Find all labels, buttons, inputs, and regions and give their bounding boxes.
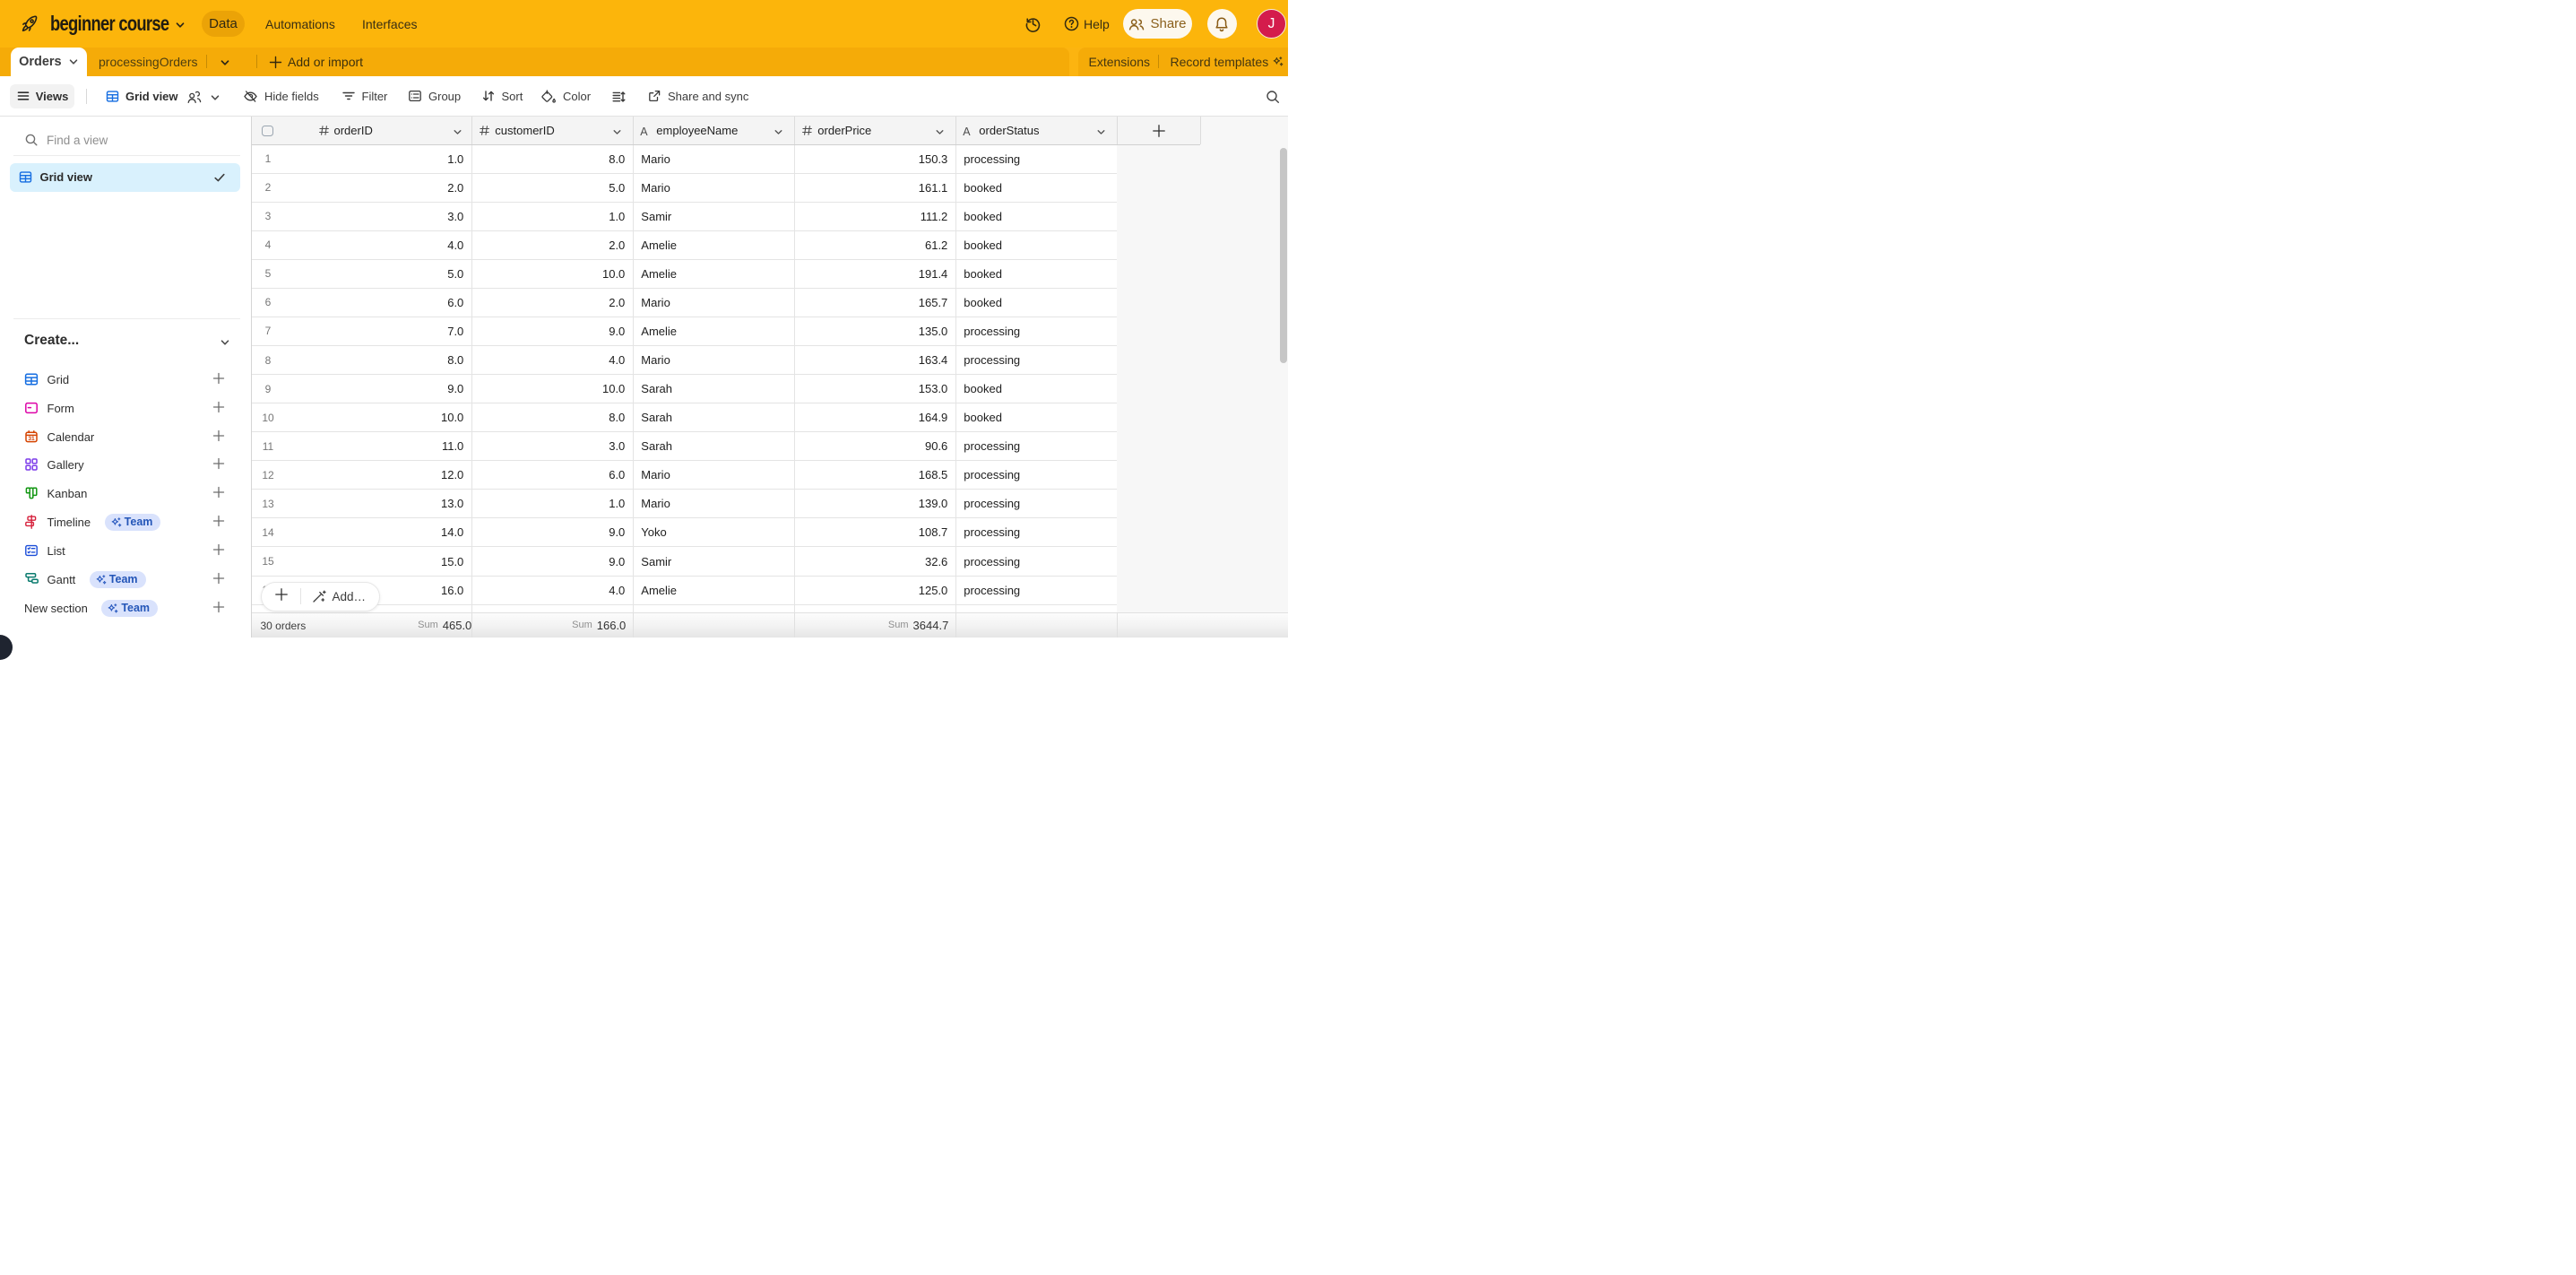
svg-text:31: 31 xyxy=(28,436,35,442)
